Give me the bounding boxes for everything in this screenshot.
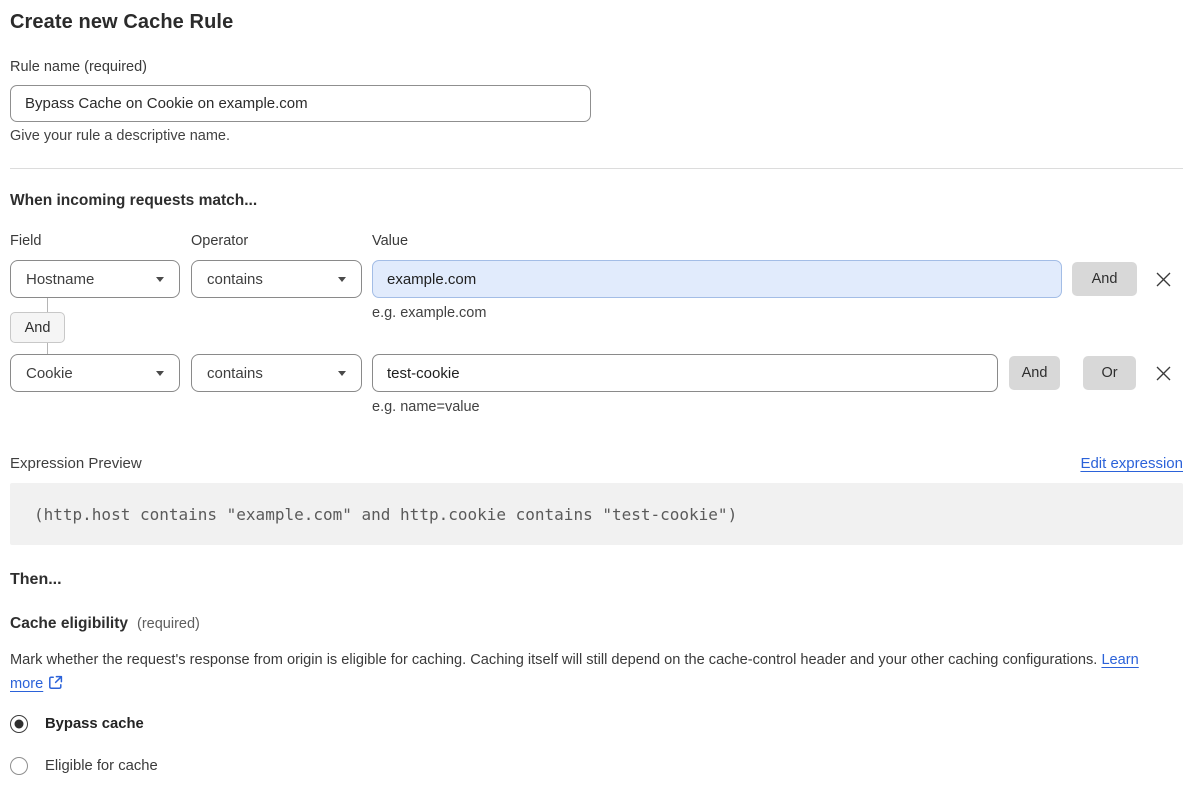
radio-option-bypass-cache[interactable]: Bypass cache [10,715,1183,733]
operator-select-1[interactable]: contains [191,260,362,298]
operator-select-1-value: contains [207,270,263,288]
value-input-2[interactable] [372,354,998,392]
field-select-1[interactable]: Hostname [10,260,180,298]
cache-eligibility-heading-row: Cache eligibility (required) [10,615,1183,633]
field-select-2[interactable]: Cookie [10,354,180,392]
chevron-down-icon [338,370,346,376]
or-button-row-2[interactable]: Or [1083,356,1136,390]
and-button-row-2[interactable]: And [1009,356,1060,390]
page-title: Create new Cache Rule [10,11,234,33]
required-note: (required) [137,616,200,632]
connector-line [47,343,48,354]
rule-name-label: Rule name (required) [10,59,148,75]
cache-eligibility-description: Mark whether the request's response from… [10,648,1170,698]
connector-zone: And e.g. example.com [10,298,1183,354]
operator-column-label: Operator [191,233,249,249]
field-column-label: Field [10,233,42,249]
chevron-down-icon [156,276,164,282]
then-heading: Then... [10,571,62,588]
rule-name-helper: Give your rule a descriptive name. [10,128,231,144]
cache-eligibility-heading: Cache eligibility [10,615,129,632]
radio-unselected-icon[interactable] [10,757,28,775]
match-column-labels: Field Operator Value [10,233,1183,250]
field-select-2-value: Cookie [26,364,73,382]
match-row-1: Hostname contains And [10,260,1183,298]
chevron-down-icon [156,370,164,376]
operator-select-2[interactable]: contains [191,354,362,392]
section-divider [10,168,1183,169]
and-connector-button[interactable]: And [10,312,65,343]
expression-preview-row: Expression Preview Edit expression [10,455,1183,472]
expression-code-block: (http.host contains "example.com" and ht… [10,483,1183,545]
chevron-down-icon [338,276,346,282]
remove-condition-icon[interactable] [1155,365,1172,382]
radio-label: Bypass cache [45,716,144,732]
rule-name-input[interactable] [10,85,591,122]
radio-selected-icon[interactable] [10,715,28,733]
create-cache-rule-form: Create new Cache Rule Rule name (require… [0,0,1200,795]
remove-condition-icon[interactable] [1155,271,1172,288]
value-input-1[interactable] [372,260,1062,298]
radio-option-eligible-for-cache[interactable]: Eligible for cache [10,757,1183,775]
operator-select-2-value: contains [207,364,263,382]
value-hint-1: e.g. example.com [372,305,487,321]
external-link-icon [48,674,63,698]
edit-expression-link[interactable]: Edit expression [1080,455,1183,472]
value-hint-2: e.g. name=value [372,399,480,415]
match-heading: When incoming requests match... [10,192,258,209]
radio-label: Eligible for cache [45,758,158,774]
expression-code: (http.host contains "example.com" and ht… [34,504,738,524]
match-row-2: Cookie contains And Or [10,354,1183,392]
expression-preview-label: Expression Preview [10,455,142,472]
field-select-1-value: Hostname [26,270,95,288]
description-text: Mark whether the request's response from… [10,652,1098,668]
connector-line [47,298,48,312]
value-column-label: Value [372,233,409,249]
and-button-row-1[interactable]: And [1072,262,1137,296]
